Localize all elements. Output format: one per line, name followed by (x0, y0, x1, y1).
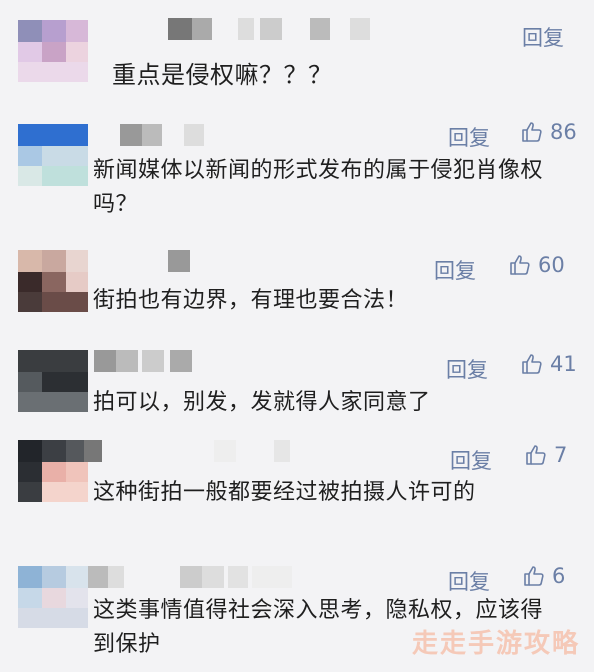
like-count: 60 (538, 253, 565, 277)
reply-button[interactable]: 回复 (522, 22, 564, 52)
like-button[interactable]: 60 (508, 253, 565, 277)
username-blurred[interactable] (168, 250, 198, 272)
like-button[interactable]: 41 (520, 352, 577, 376)
like-button[interactable]: 86 (520, 120, 577, 144)
reply-button[interactable]: 回复 (446, 354, 488, 384)
like-button[interactable]: 7 (524, 443, 567, 467)
reply-button[interactable]: 回复 (434, 255, 476, 285)
avatar[interactable] (18, 250, 88, 312)
username-blurred[interactable] (88, 566, 308, 588)
avatar[interactable] (18, 350, 88, 412)
like-count: 6 (552, 564, 566, 588)
username-blurred[interactable] (160, 18, 400, 40)
like-count: 41 (550, 352, 577, 376)
avatar[interactable] (18, 566, 88, 628)
thumbs-up-icon (524, 566, 544, 586)
avatar[interactable] (18, 440, 88, 502)
thumbs-up-icon (522, 122, 542, 142)
reply-button[interactable]: 回复 (448, 122, 490, 152)
thumbs-up-icon (510, 255, 530, 275)
comment-text: 拍可以，别发，发就得人家同意了 (93, 390, 431, 415)
like-count: 7 (554, 443, 568, 467)
comment-text: 这种街拍一般都要经过被拍摄人许可的 (93, 480, 476, 505)
comment-text: 重点是侵权嘛？？？ (112, 61, 333, 89)
avatar[interactable] (18, 20, 88, 82)
username-blurred[interactable] (94, 350, 224, 372)
username-blurred[interactable] (84, 440, 294, 462)
comment-text: 街拍也有边界，有理也要合法！ (93, 288, 409, 313)
like-count: 86 (550, 120, 577, 144)
like-button[interactable]: 6 (522, 564, 565, 588)
reply-button[interactable]: 回复 (448, 566, 490, 596)
watermark: 走走手游攻略 (411, 629, 580, 659)
comment-text: 新闻媒体以新闻的形式发布的属于侵犯肖像权吗？ (93, 158, 544, 217)
reply-button[interactable]: 回复 (450, 445, 492, 475)
thumbs-up-icon (526, 445, 546, 465)
avatar[interactable] (18, 124, 88, 186)
username-blurred[interactable] (120, 124, 220, 146)
thumbs-up-icon (522, 354, 542, 374)
